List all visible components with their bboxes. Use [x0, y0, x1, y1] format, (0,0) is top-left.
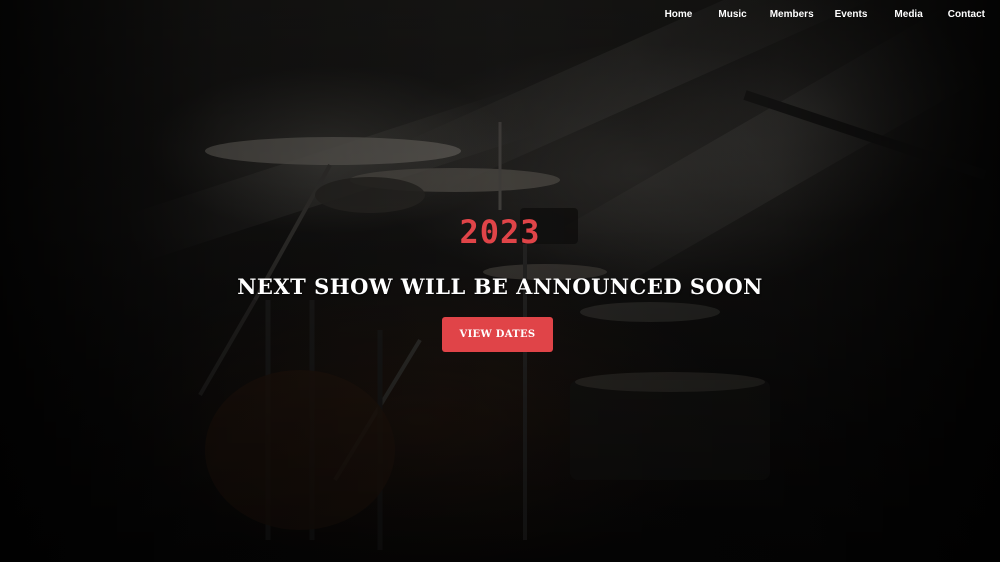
hero-year: 2023: [459, 213, 541, 251]
hero-section: 2023 NEXT SHOW WILL BE ANNOUNCED SOON VI…: [0, 0, 1000, 562]
hero-headline: NEXT SHOW WILL BE ANNOUNCED SOON: [237, 274, 763, 299]
view-dates-button[interactable]: VIEW DATES: [442, 317, 553, 352]
